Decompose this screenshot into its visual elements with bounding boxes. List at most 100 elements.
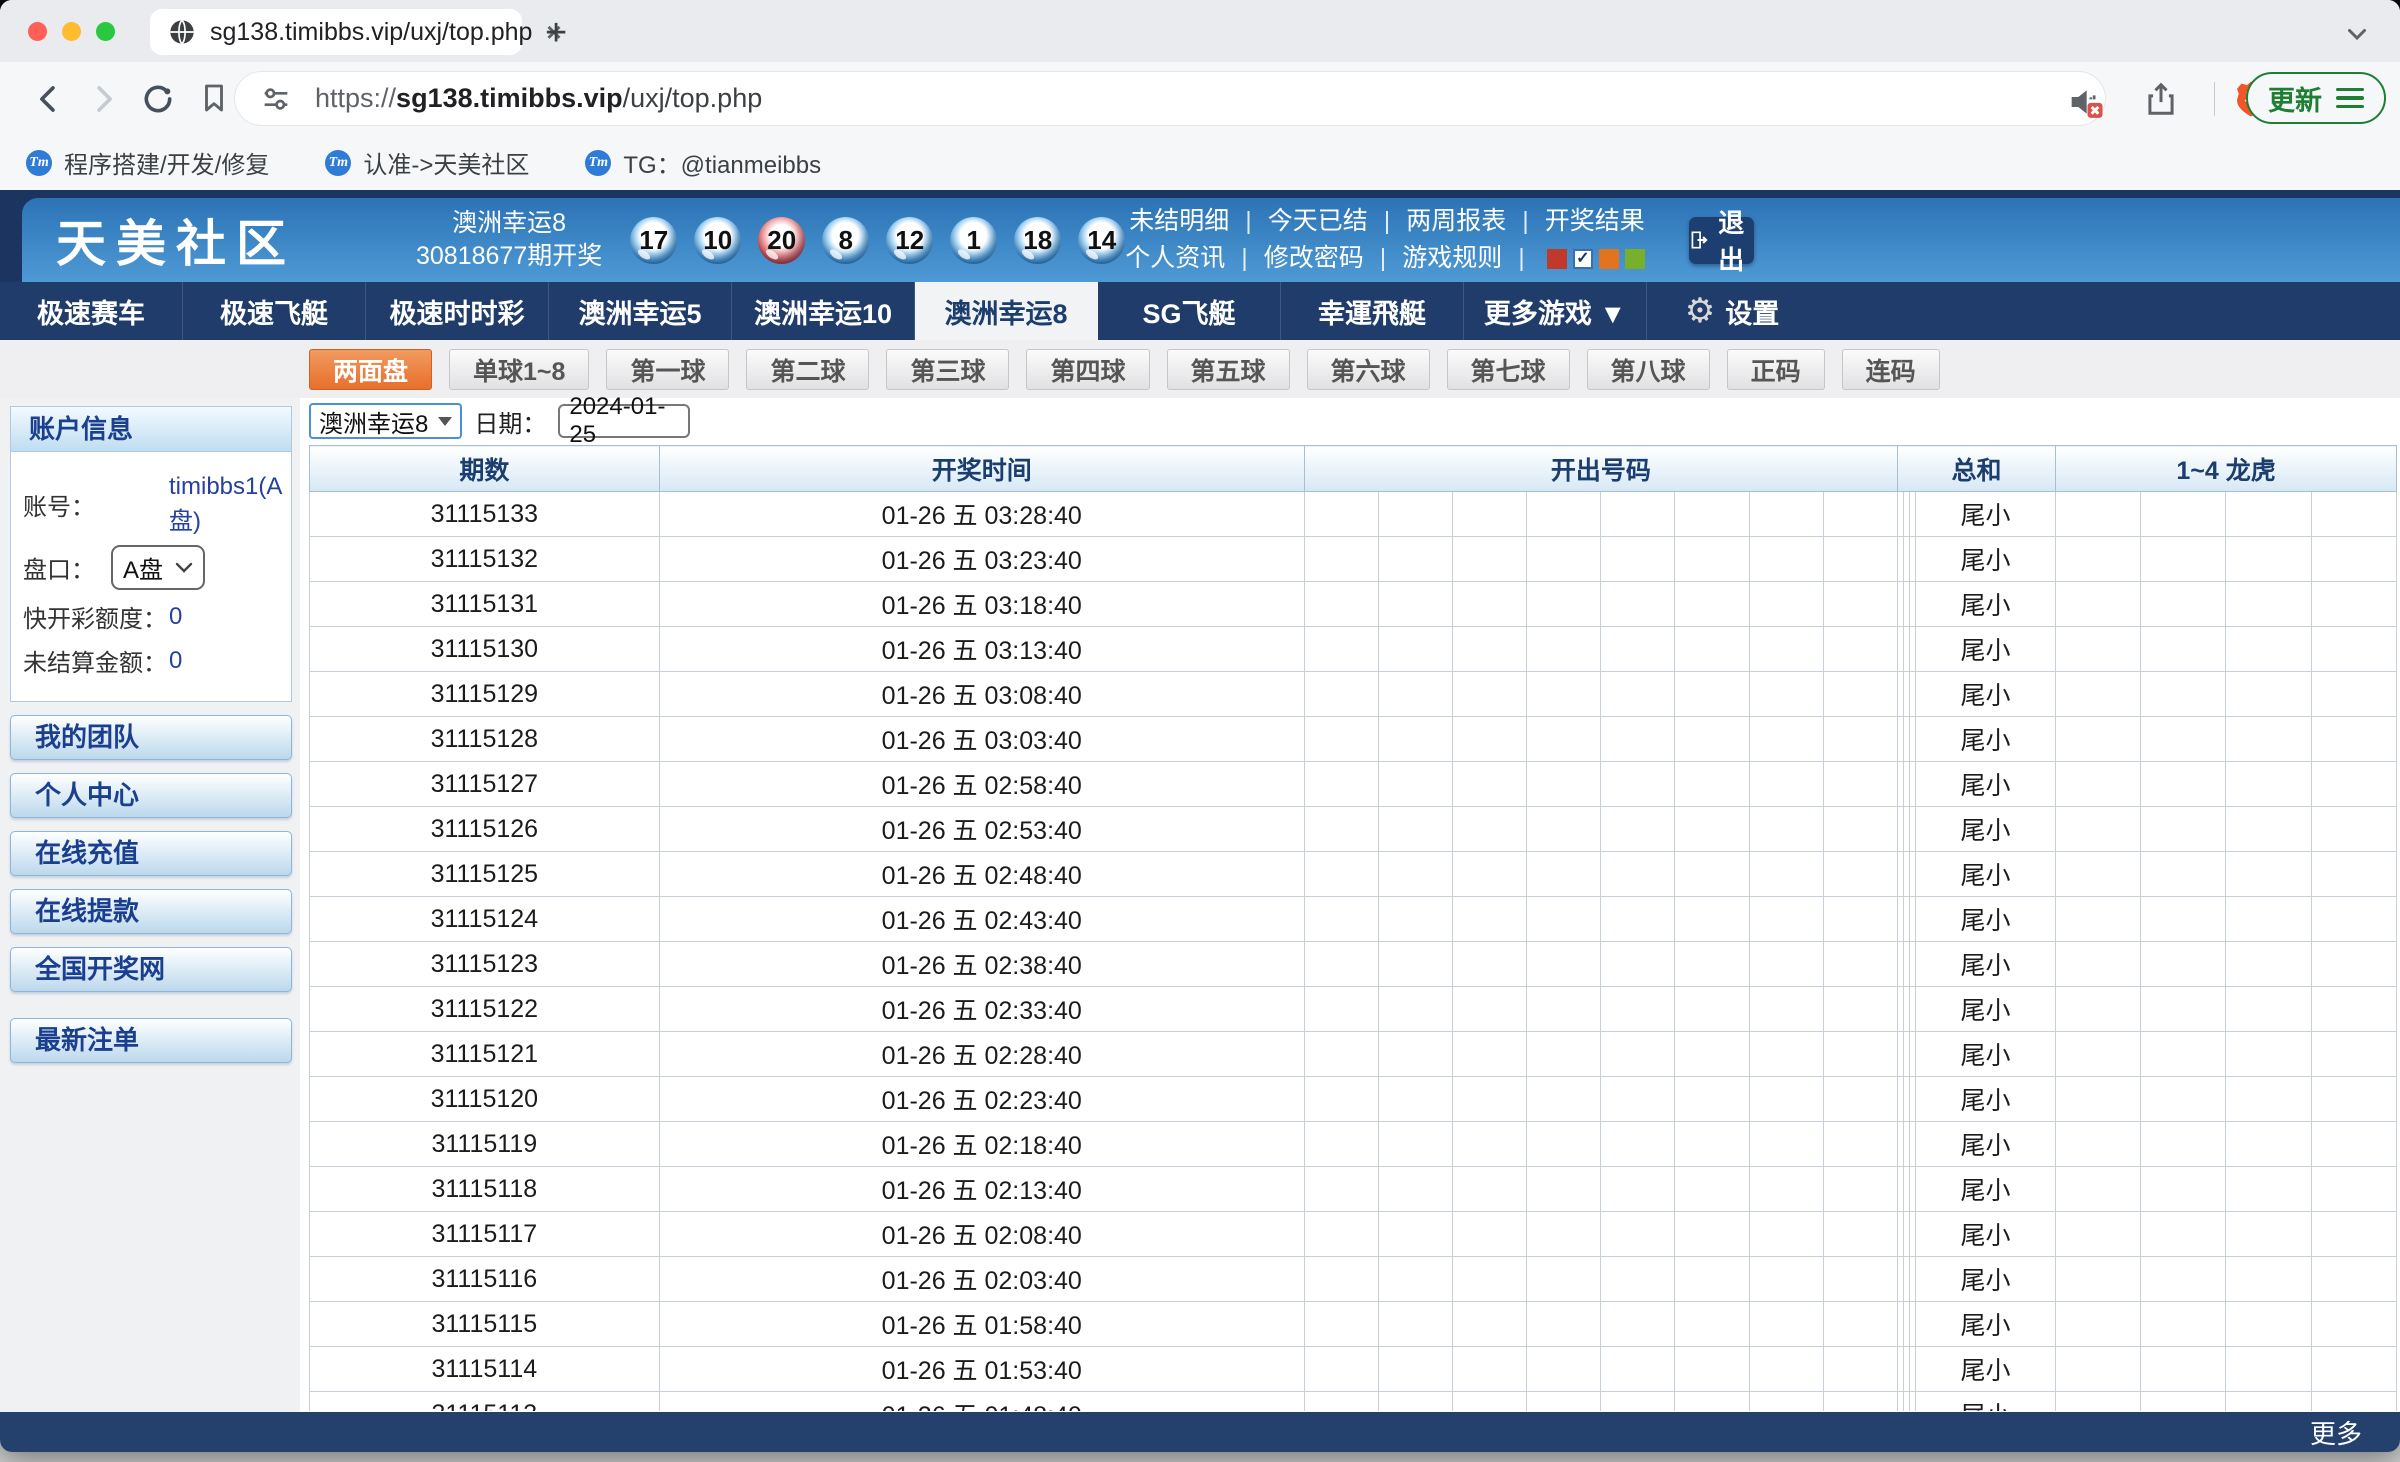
bookmark-item[interactable]: Tm程序搭建/开发/修复: [26, 145, 269, 180]
number-cell: [1749, 717, 1823, 762]
subnav-button[interactable]: 第一球: [606, 349, 729, 390]
subnav-button[interactable]: 两面盘: [309, 349, 432, 390]
page: 天美社区 澳洲幸运8 30818677期开奖 17102081211814 未结…: [0, 190, 2400, 1452]
mute-icon[interactable]: [2065, 82, 2105, 122]
number-cell: [1378, 1122, 1452, 1167]
subnav-button[interactable]: 第五球: [1167, 349, 1290, 390]
nav-settings[interactable]: ⚙ 设置: [1647, 282, 1817, 340]
header-link[interactable]: 游戏规则: [1402, 240, 1502, 277]
time-cell: 01-26 五 02:03:40: [659, 1257, 1304, 1302]
dragon-cell: [2311, 1302, 2396, 1347]
sidebar-menu-item[interactable]: 全国开奖网: [10, 947, 292, 992]
browser-tab[interactable]: sg138.timibbs.vip/uxj/top.php ×: [150, 9, 522, 55]
sidebar-menu-item[interactable]: 个人中心: [10, 773, 292, 818]
issue-cell: 31115130: [310, 627, 660, 672]
bookmark-item[interactable]: Tm认准->天美社区: [325, 145, 529, 180]
number-cell: [1675, 852, 1749, 897]
chevron-down-icon: [438, 417, 452, 426]
sidebar-menu-item[interactable]: 在线充值: [10, 831, 292, 876]
sidebar-menu-item[interactable]: 在线提款: [10, 889, 292, 934]
dragon-cell: [2226, 1212, 2311, 1257]
maximize-window-button[interactable]: [96, 22, 115, 41]
issue-cell: 31115118: [310, 1167, 660, 1212]
dragon-cell: [2226, 762, 2311, 807]
number-cell: [1675, 582, 1749, 627]
nav-tab[interactable]: 澳洲幸运10: [732, 282, 915, 340]
header-link[interactable]: 个人资讯: [1125, 240, 1225, 277]
nav-tab[interactable]: 澳洲幸运8: [915, 282, 1098, 340]
header-link[interactable]: 开奖结果: [1545, 203, 1645, 240]
bookmark-icon[interactable]: [196, 80, 232, 116]
theme-color-square[interactable]: [1599, 249, 1619, 269]
plate-select[interactable]: A盘: [111, 545, 205, 590]
dragon-cell: [2056, 852, 2141, 897]
number-cell: [1601, 1077, 1675, 1122]
theme-color-square[interactable]: [1625, 249, 1645, 269]
dragon-cell: [2141, 672, 2226, 717]
lottery-select[interactable]: 澳洲幸运8: [309, 403, 462, 439]
number-cell: [1378, 582, 1452, 627]
bookmark-label: 程序搭建/开发/修复: [64, 145, 269, 180]
new-tab-button[interactable]: +: [545, 12, 567, 55]
time-cell: 01-26 五 01:48:40: [659, 1392, 1304, 1412]
nav-tab[interactable]: 极速时时彩: [366, 282, 549, 340]
nav-tab[interactable]: 幸運飛艇: [1281, 282, 1464, 340]
subnav-button[interactable]: 正码: [1727, 349, 1825, 390]
back-button[interactable]: [30, 80, 68, 118]
table-row: 31115125 01-26 五 02:48:40 尾小: [310, 852, 2397, 897]
sum-cell: 尾小: [1915, 1032, 2055, 1077]
header-link[interactable]: 两周报表: [1406, 203, 1506, 240]
theme-check-square[interactable]: ✓: [1573, 249, 1593, 269]
subnav-button[interactable]: 第三球: [886, 349, 1009, 390]
subnav-button[interactable]: 单球1~8: [449, 349, 589, 390]
tune-icon[interactable]: [259, 82, 293, 116]
nav-tab[interactable]: 澳洲幸运5: [549, 282, 732, 340]
sum-cell: 尾小: [1915, 582, 2055, 627]
tab-search-chevron-icon[interactable]: [2342, 18, 2372, 48]
bookmark-item[interactable]: TmTG：@tianmeibbs: [585, 145, 821, 180]
subnav-button[interactable]: 连码: [1842, 349, 1940, 390]
theme-color-square[interactable]: [1547, 249, 1567, 269]
number-cell: [1823, 897, 1897, 942]
header-link[interactable]: 今天已结: [1268, 203, 1368, 240]
lottery-ball: 8: [822, 217, 869, 264]
number-cell: [1453, 897, 1527, 942]
more-link[interactable]: 更多: [2310, 1414, 2362, 1451]
number-cell: [1527, 1257, 1601, 1302]
subnav-button[interactable]: 第八球: [1587, 349, 1710, 390]
browser-update-menu-button[interactable]: 更新: [2246, 72, 2386, 124]
dragon-cell: [2141, 897, 2226, 942]
sum-cell: 尾小: [1915, 897, 2055, 942]
number-cell: [1527, 1167, 1601, 1212]
nav-tab[interactable]: 极速赛车: [0, 282, 183, 340]
minimize-window-button[interactable]: [62, 22, 81, 41]
reload-button[interactable]: [138, 79, 178, 119]
nav-tab[interactable]: 极速飞艇: [183, 282, 366, 340]
nav-tab[interactable]: 更多游戏 ▼: [1464, 282, 1647, 340]
dragon-cell: [2056, 1392, 2141, 1412]
sum-cell: 尾小: [1915, 852, 2055, 897]
number-cell: [1749, 1347, 1823, 1392]
subnav-button[interactable]: 第二球: [746, 349, 869, 390]
number-cell: [1527, 1032, 1601, 1077]
header-link[interactable]: 修改密码: [1264, 240, 1364, 277]
close-window-button[interactable]: [28, 22, 47, 41]
sidebar-menu-item[interactable]: 我的团队: [10, 715, 292, 760]
logout-button[interactable]: 退出: [1689, 217, 1754, 264]
time-cell: 01-26 五 03:08:40: [659, 672, 1304, 717]
nav-tab[interactable]: SG飞艇: [1098, 282, 1281, 340]
results-table: 期数 开奖时间 开出号码 总和 1~4 龙虎 31115133 01-26 五 …: [309, 445, 2397, 1411]
number-cell: [1527, 942, 1601, 987]
sidebar-menu-item[interactable]: 最新注单: [10, 1018, 292, 1063]
number-cell: [1749, 492, 1823, 537]
forward-button[interactable]: [84, 80, 122, 118]
url-bar[interactable]: https://sg138.timibbs.vip/uxj/top.php: [235, 72, 2105, 125]
share-icon[interactable]: [2142, 80, 2180, 118]
subnav-button[interactable]: 第七球: [1447, 349, 1570, 390]
date-input[interactable]: 2024-01-25: [558, 404, 690, 438]
table-row: 31115118 01-26 五 02:13:40 尾小: [310, 1167, 2397, 1212]
subnav-button[interactable]: 第六球: [1307, 349, 1430, 390]
number-cell: [1823, 717, 1897, 762]
header-link[interactable]: 未结明细: [1129, 203, 1229, 240]
subnav-button[interactable]: 第四球: [1026, 349, 1149, 390]
